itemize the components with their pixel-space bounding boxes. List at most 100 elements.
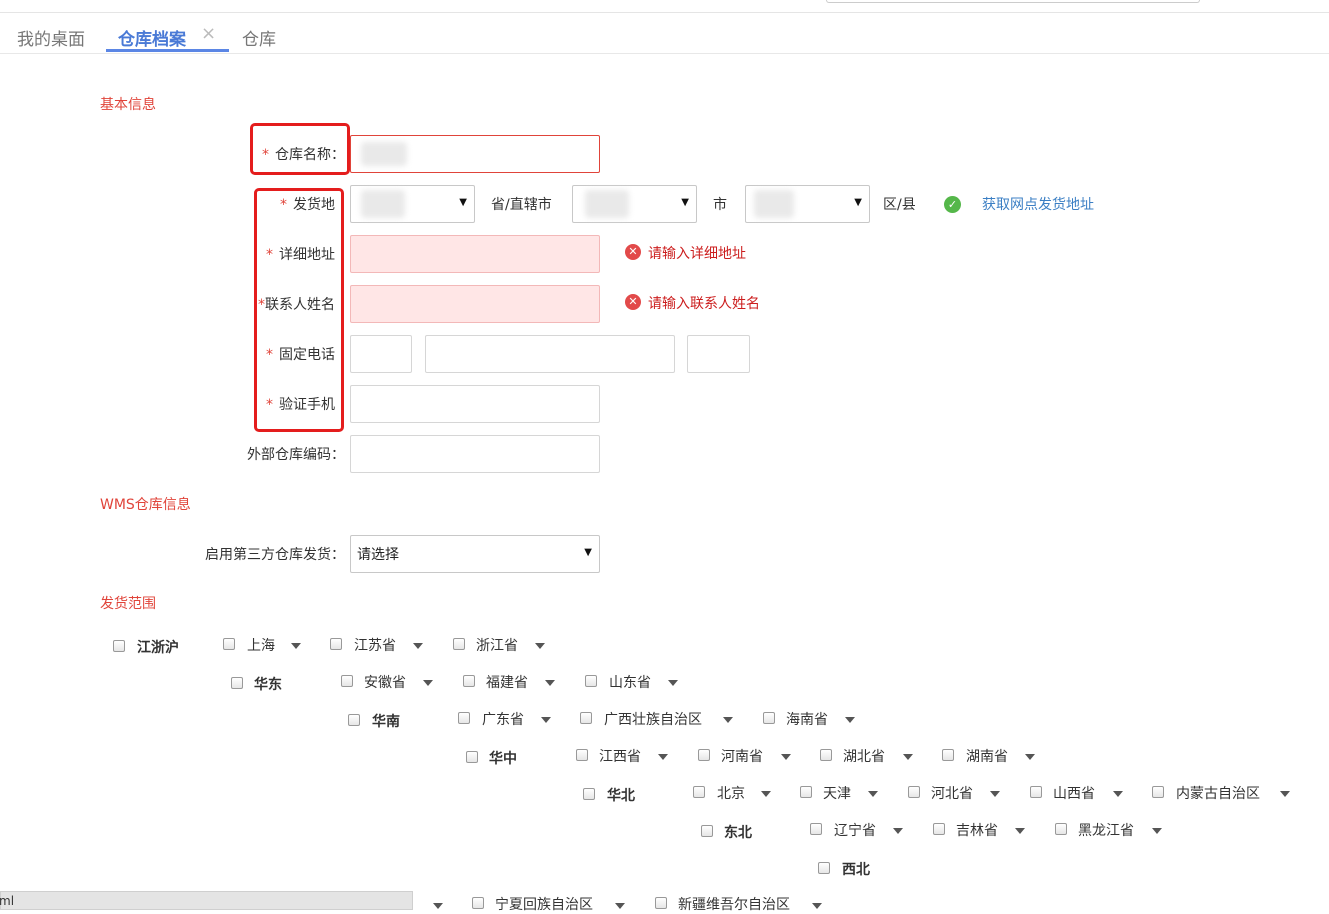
- third-party-select[interactable]: 请选择 ▼: [350, 535, 600, 573]
- province-label: 山东省: [609, 675, 651, 691]
- province-checkbox[interactable]: [933, 823, 945, 835]
- third-party-label: 启用第三方仓库发货：: [205, 547, 345, 563]
- tab-warehouse[interactable]: 仓库: [242, 25, 276, 50]
- province-checkbox[interactable]: [800, 786, 812, 798]
- province-checkbox[interactable]: [330, 638, 342, 650]
- region-checkbox[interactable]: [466, 751, 478, 763]
- province-select[interactable]: ▼: [350, 185, 475, 223]
- contact-name-input[interactable]: [350, 285, 600, 323]
- region-checkbox[interactable]: [583, 788, 595, 800]
- caret-down-icon[interactable]: [1015, 828, 1025, 834]
- city-select[interactable]: ▼: [572, 185, 697, 223]
- province-label: 浙江省: [476, 638, 518, 654]
- caret-down-icon[interactable]: [1280, 791, 1290, 797]
- province-label: 湖南省: [966, 749, 1008, 765]
- province-checkbox[interactable]: [472, 897, 484, 909]
- region-label: 华中: [489, 751, 517, 767]
- top-search-box[interactable]: [826, 0, 1200, 3]
- caret-down-icon[interactable]: [541, 717, 551, 723]
- caret-down-icon[interactable]: [781, 754, 791, 760]
- phone-area-code-input[interactable]: [350, 335, 412, 373]
- section-shipping-scope: 发货范围: [100, 596, 156, 612]
- province-checkbox[interactable]: [1055, 823, 1067, 835]
- external-code-label: 外部仓库编码：: [247, 447, 345, 463]
- province-checkbox[interactable]: [763, 712, 775, 724]
- tab-warehouse-archive[interactable]: 仓库档案: [118, 25, 186, 50]
- province-suffix: 省/直辖市: [491, 197, 552, 213]
- province-label: 新疆维吾尔自治区: [678, 897, 790, 913]
- province-checkbox[interactable]: [585, 675, 597, 687]
- province-label: 上海: [247, 638, 275, 654]
- caret-down-icon[interactable]: [868, 791, 878, 797]
- status-text: ml: [0, 894, 15, 908]
- caret-down-icon[interactable]: [668, 680, 678, 686]
- active-tab-indicator: [106, 49, 229, 52]
- highlight-box-required: [254, 188, 344, 432]
- province-checkbox[interactable]: [341, 675, 353, 687]
- caret-down-icon[interactable]: [413, 643, 423, 649]
- province-checkbox[interactable]: [942, 749, 954, 761]
- caret-down-icon[interactable]: [845, 717, 855, 723]
- tab-my-desktop[interactable]: 我的桌面: [17, 25, 85, 50]
- province-checkbox[interactable]: [580, 712, 592, 724]
- region-label: 东北: [724, 825, 752, 841]
- province-checkbox[interactable]: [698, 749, 710, 761]
- province-checkbox[interactable]: [576, 749, 588, 761]
- province-checkbox[interactable]: [655, 897, 667, 909]
- province-checkbox[interactable]: [1030, 786, 1042, 798]
- chevron-down-icon: ▼: [459, 197, 467, 208]
- province-checkbox[interactable]: [453, 638, 465, 650]
- caret-down-icon[interactable]: [812, 903, 822, 909]
- phone-number-input[interactable]: [425, 335, 675, 373]
- caret-down-icon[interactable]: [723, 717, 733, 723]
- region-label: 华南: [372, 714, 400, 730]
- province-label: 天津: [823, 786, 851, 802]
- province-label: 辽宁省: [834, 823, 876, 839]
- province-checkbox[interactable]: [810, 823, 822, 835]
- caret-down-icon[interactable]: [1152, 828, 1162, 834]
- district-select[interactable]: ▼: [745, 185, 870, 223]
- province-checkbox[interactable]: [1152, 786, 1164, 798]
- section-wms-info: WMS仓库信息: [100, 497, 191, 513]
- warehouse-name-input[interactable]: [350, 135, 600, 173]
- caret-down-icon[interactable]: [545, 680, 555, 686]
- caret-down-icon[interactable]: [893, 828, 903, 834]
- province-label: 广东省: [482, 712, 524, 728]
- caret-down-icon[interactable]: [990, 791, 1000, 797]
- province-checkbox[interactable]: [463, 675, 475, 687]
- region-checkbox[interactable]: [818, 862, 830, 874]
- caret-down-icon[interactable]: [1113, 791, 1123, 797]
- caret-down-icon[interactable]: [535, 643, 545, 649]
- caret-down-icon[interactable]: [615, 903, 625, 909]
- province-label: 北京: [717, 786, 745, 802]
- region-checkbox[interactable]: [348, 714, 360, 726]
- region-label: 西北: [842, 862, 870, 878]
- province-checkbox[interactable]: [223, 638, 235, 650]
- caret-down-icon[interactable]: [903, 754, 913, 760]
- mobile-input[interactable]: [350, 385, 600, 423]
- caret-down-icon[interactable]: [658, 754, 668, 760]
- get-address-link[interactable]: 获取网点发货地址: [982, 194, 1094, 214]
- district-suffix: 区/县: [883, 197, 916, 213]
- caret-down-icon[interactable]: [761, 791, 771, 797]
- province-checkbox[interactable]: [820, 749, 832, 761]
- external-code-input[interactable]: [350, 435, 600, 473]
- chevron-down-icon: ▼: [584, 547, 592, 558]
- caret-down-icon[interactable]: [291, 643, 301, 649]
- tab-bar: 我的桌面 仓库档案 × 仓库: [0, 13, 1329, 54]
- caret-down-icon[interactable]: [433, 903, 443, 909]
- region-checkbox[interactable]: [231, 677, 243, 689]
- tab-close-icon[interactable]: ×: [201, 23, 216, 44]
- province-checkbox[interactable]: [908, 786, 920, 798]
- province-label: 山西省: [1053, 786, 1095, 802]
- province-checkbox[interactable]: [693, 786, 705, 798]
- region-checkbox[interactable]: [113, 640, 125, 652]
- region-checkbox[interactable]: [701, 825, 713, 837]
- province-checkbox[interactable]: [458, 712, 470, 724]
- chevron-down-icon: ▼: [681, 197, 689, 208]
- detail-address-input[interactable]: [350, 235, 600, 273]
- province-label: 江苏省: [354, 638, 396, 654]
- caret-down-icon[interactable]: [423, 680, 433, 686]
- caret-down-icon[interactable]: [1025, 754, 1035, 760]
- phone-extension-input[interactable]: [687, 335, 750, 373]
